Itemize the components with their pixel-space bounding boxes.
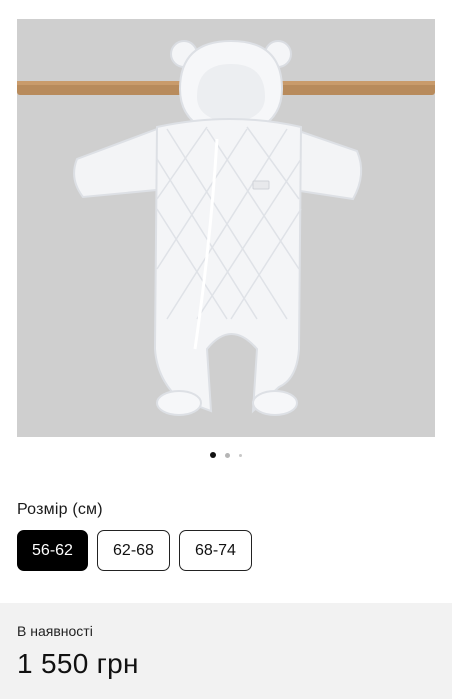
size-option-62-68[interactable]: 62-68 [97, 530, 170, 571]
gallery-dot-3[interactable] [239, 453, 242, 457]
product-page: Розмір (см) 56-62 62-68 68-74 В наявност… [0, 0, 452, 699]
gallery-dot-2[interactable] [225, 452, 230, 458]
product-image[interactable] [17, 19, 435, 437]
size-label: Розмір (см) [17, 501, 103, 518]
availability-status: В наявності [17, 623, 93, 639]
purchase-panel: В наявності 1 550 грн [0, 603, 452, 699]
price: 1 550 грн [17, 648, 139, 679]
snowsuit-illustration [17, 39, 435, 416]
gallery-dot-1[interactable] [210, 452, 216, 458]
size-option-68-74[interactable]: 68-74 [179, 530, 252, 571]
size-selector: 56-62 62-68 68-74 [17, 530, 252, 571]
gallery-pagination [0, 452, 452, 458]
size-option-56-62[interactable]: 56-62 [17, 530, 88, 571]
